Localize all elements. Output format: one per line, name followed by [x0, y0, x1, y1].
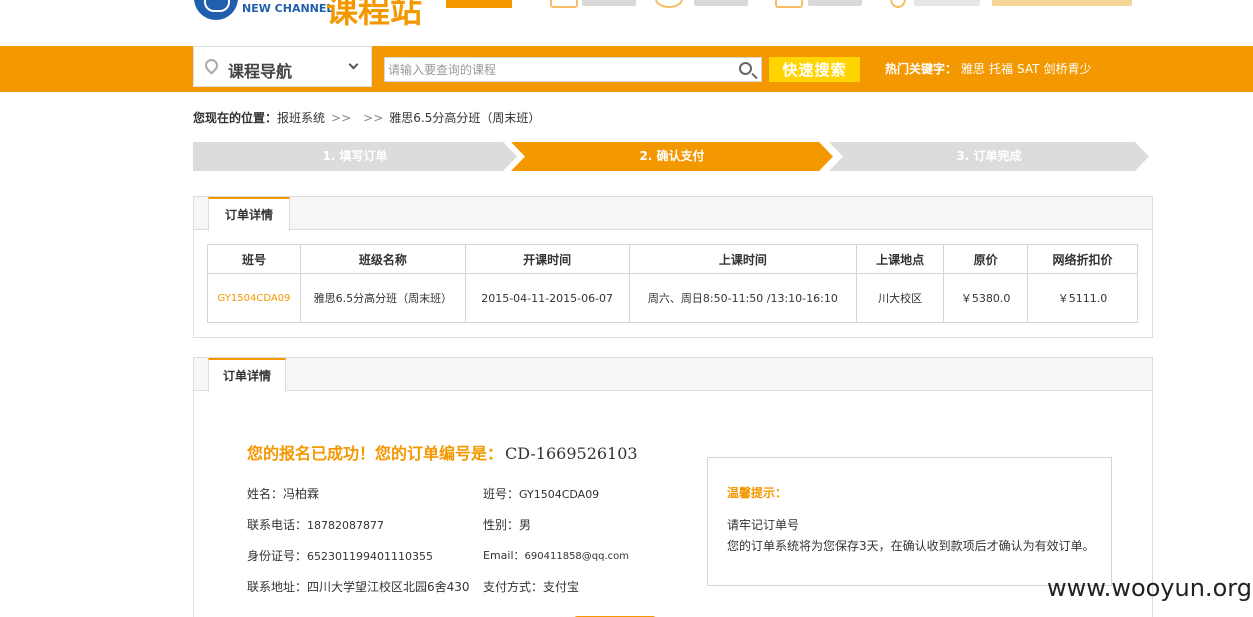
- header-feature-label[interactable]: [582, 0, 636, 6]
- info-gender: 性别：男: [483, 516, 531, 533]
- order-detail-panel: 订单详情 班号 班级名称 开课时间 上课时间 上课地点 原价 网络折扣价 GY1…: [193, 196, 1153, 338]
- logo-badge: [446, 0, 512, 8]
- quick-search-button[interactable]: 快速搜索: [769, 57, 860, 82]
- info-email: Email：690411858@qq.com: [483, 547, 629, 563]
- breadcrumb: 您现在的位置：报班系统 >> >> 雅思6.5分高分班（周末班）: [193, 109, 540, 126]
- table-cell: 2015-04-11-2015-06-07: [464, 273, 630, 323]
- order-steps: 1. 填写订单 2. 确认支付 3. 订单完成: [193, 142, 1153, 171]
- tip-line: 您的订单系统将为您保存3天，在确认收到款项后才确认为有效订单。: [727, 539, 1095, 553]
- hot-keywords-label: 热门关键字：: [885, 62, 958, 76]
- table-cell: 川大校区: [856, 273, 945, 323]
- breadcrumb-separator: >>: [331, 111, 352, 125]
- info-label: 性别：: [483, 518, 520, 532]
- logo-english: NEW CHANNEL: [242, 2, 334, 15]
- info-value: 男: [519, 518, 532, 532]
- success-message: 您的报名已成功！您的订单编号是： CD-1669526103: [247, 440, 638, 464]
- search-icon[interactable]: [739, 62, 752, 75]
- panel-header: 订单详情: [194, 358, 1152, 392]
- class-code-link[interactable]: GY1504CDA09: [207, 273, 301, 323]
- phone-icon: [890, 0, 906, 8]
- info-phone: 联系电话：18782087877: [247, 516, 384, 533]
- info-value: 18782087877: [307, 519, 384, 532]
- search-box: [384, 57, 762, 82]
- hotline-number: [992, 0, 1132, 6]
- table-header-row: 班号 班级名称 开课时间 上课时间 上课地点 原价 网络折扣价: [207, 244, 1138, 274]
- column-header: 开课时间: [464, 244, 630, 274]
- info-label: 班号：: [483, 487, 520, 501]
- tip-title: 温馨提示：: [727, 486, 788, 500]
- step-fill-order: 1. 填写订单: [193, 142, 517, 171]
- course-nav-dropdown[interactable]: 课程导航: [193, 46, 372, 87]
- info-payment: 支付方式：支付宝: [483, 578, 579, 595]
- header-feature-icon[interactable]: [775, 0, 803, 8]
- breadcrumb-link[interactable]: 报班系统: [277, 111, 325, 125]
- breadcrumb-separator: >>: [363, 111, 384, 125]
- step-confirm-payment: 2. 确认支付: [511, 142, 833, 171]
- logo-icon[interactable]: [194, 0, 238, 20]
- column-header: 网络折扣价: [1027, 244, 1138, 274]
- breadcrumb-current: 雅思6.5分高分班（周末班）: [389, 111, 541, 125]
- table-cell: 周六、周日8:50-11:50 /13:10-16:10: [628, 273, 858, 323]
- nav-bar: 课程导航 快速搜索 热门关键字：雅思托福 SAT 剑桥青少: [0, 46, 1253, 92]
- header-feature-icon[interactable]: [655, 0, 683, 8]
- search-input[interactable]: [385, 58, 725, 81]
- tab-order-detail[interactable]: 订单详情: [208, 197, 291, 231]
- site-header: NEW CHANNEL 课程站: [0, 0, 1253, 46]
- info-value: 690411858@qq.com: [524, 551, 630, 562]
- location-pin-icon: [202, 56, 221, 75]
- order-table: 班号 班级名称 开课时间 上课时间 上课地点 原价 网络折扣价 GY1504CD…: [207, 244, 1138, 323]
- panel-header: 订单详情: [194, 197, 1152, 231]
- info-class-no: 班号：GY1504CDA09: [483, 485, 599, 502]
- tip-box: 温馨提示： 请牢记订单号 您的订单系统将为您保存3天，在确认收到款项后才确认为有…: [707, 457, 1112, 586]
- column-header: 原价: [943, 244, 1029, 274]
- info-value: 652301199401110355: [307, 550, 433, 563]
- header-feature-label[interactable]: [694, 0, 748, 6]
- info-id-number: 身份证号：652301199401110355: [247, 547, 433, 564]
- column-header: 上课时间: [628, 244, 858, 274]
- order-id: CD-1669526103: [505, 444, 638, 463]
- column-header: 上课地点: [856, 244, 945, 274]
- info-value: GY1504CDA09: [519, 488, 600, 501]
- info-label: 联系电话：: [247, 518, 308, 532]
- chevron-down-icon[interactable]: [348, 59, 359, 70]
- info-address: 联系地址：四川大学望江校区北园6舍430: [247, 578, 470, 595]
- step-order-complete: 3. 订单完成: [829, 142, 1149, 171]
- logo-chinese: 课程站: [326, 0, 423, 30]
- hotline-label: [914, 0, 980, 6]
- hot-keywords: 热门关键字： 雅思 托福 SAT 剑桥青少: [885, 60, 1092, 77]
- table-cell: ￥5380.0: [943, 273, 1029, 323]
- hot-keyword-link[interactable]: 托福: [989, 62, 1013, 76]
- info-label: 支付方式：: [483, 580, 544, 594]
- page: NEW CHANNEL 课程站 课程导航 快速搜索 热门关键字：雅思托福 SAT 剑…: [0, 0, 1253, 617]
- column-header: 班级名称: [299, 244, 466, 274]
- table-row: GY1504CDA09 雅思6.5分高分班（周末班） 2015-04-11-20…: [207, 273, 1138, 323]
- table-cell: 雅思6.5分高分班（周末班）: [299, 273, 466, 323]
- watermark: www.wooyun.org: [1047, 574, 1252, 602]
- hot-keyword-link[interactable]: SAT: [1017, 62, 1039, 76]
- confirmation-panel: 订单详情 您的报名已成功！您的订单编号是： CD-1669526103 姓名：冯柏…: [193, 357, 1153, 617]
- info-value: 支付宝: [543, 580, 580, 594]
- info-value: 冯柏霖: [283, 487, 320, 501]
- tip-line: 请牢记订单号: [727, 518, 800, 532]
- breadcrumb-prefix: 您现在的位置：: [193, 111, 278, 125]
- column-header: 班号: [207, 244, 301, 274]
- table-cell: ￥5111.0: [1027, 273, 1138, 323]
- course-nav-label: 课程导航: [228, 62, 293, 81]
- hot-keyword-link[interactable]: 雅思: [961, 62, 985, 76]
- header-feature-icon[interactable]: [550, 0, 578, 8]
- info-label: 姓名：: [247, 487, 284, 501]
- info-label: 联系地址：: [247, 580, 308, 594]
- header-feature-label[interactable]: [808, 0, 862, 6]
- success-text: 您的报名已成功！您的订单编号是：: [247, 444, 504, 463]
- info-value: 四川大学望江校区北园6舍430: [307, 580, 470, 594]
- info-name: 姓名：冯柏霖: [247, 485, 319, 502]
- info-label: 身份证号：: [247, 549, 308, 563]
- tab-order-detail[interactable]: 订单详情: [208, 358, 287, 392]
- hot-keyword-link[interactable]: 剑桥青少: [1044, 62, 1092, 76]
- info-label: Email：: [483, 549, 525, 562]
